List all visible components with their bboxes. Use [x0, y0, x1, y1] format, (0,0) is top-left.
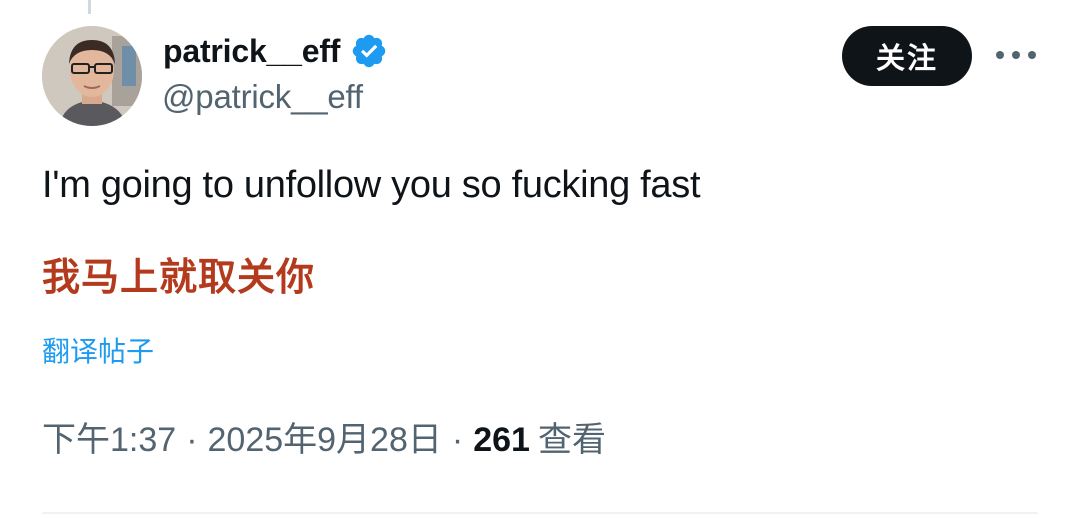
views-label[interactable]: 查看: [538, 412, 606, 461]
author-name-row[interactable]: patrick__eff: [163, 28, 388, 74]
avatar[interactable]: [42, 26, 142, 126]
translate-post-link[interactable]: 翻译帖子: [42, 330, 154, 370]
thread-connector-line: [88, 0, 91, 14]
verified-badge-icon: [353, 34, 386, 68]
meta-separator: ·: [451, 421, 464, 459]
post-time[interactable]: 下午1:37: [42, 412, 176, 461]
follow-button[interactable]: 关注: [842, 26, 972, 86]
meta-separator: ·: [186, 421, 198, 459]
views-count[interactable]: 261: [473, 421, 530, 460]
author-handle[interactable]: @patrick__eff: [162, 78, 363, 116]
post-meta: 下午1:37 · 2025年9月28日 · 261 查看: [42, 412, 606, 461]
more-options-icon[interactable]: [996, 40, 1036, 70]
divider: [42, 512, 1038, 514]
post-date[interactable]: 2025年9月28日: [208, 412, 442, 461]
post-translation-overlay: 我马上就取关你: [42, 257, 316, 299]
more-dot: [1028, 51, 1036, 59]
more-dot: [1012, 51, 1020, 59]
avatar-image: [42, 26, 142, 126]
more-dot: [996, 51, 1004, 59]
author-display-name[interactable]: patrick__eff: [163, 33, 340, 70]
post-text: I'm going to unfollow you so fucking fas…: [42, 164, 701, 206]
